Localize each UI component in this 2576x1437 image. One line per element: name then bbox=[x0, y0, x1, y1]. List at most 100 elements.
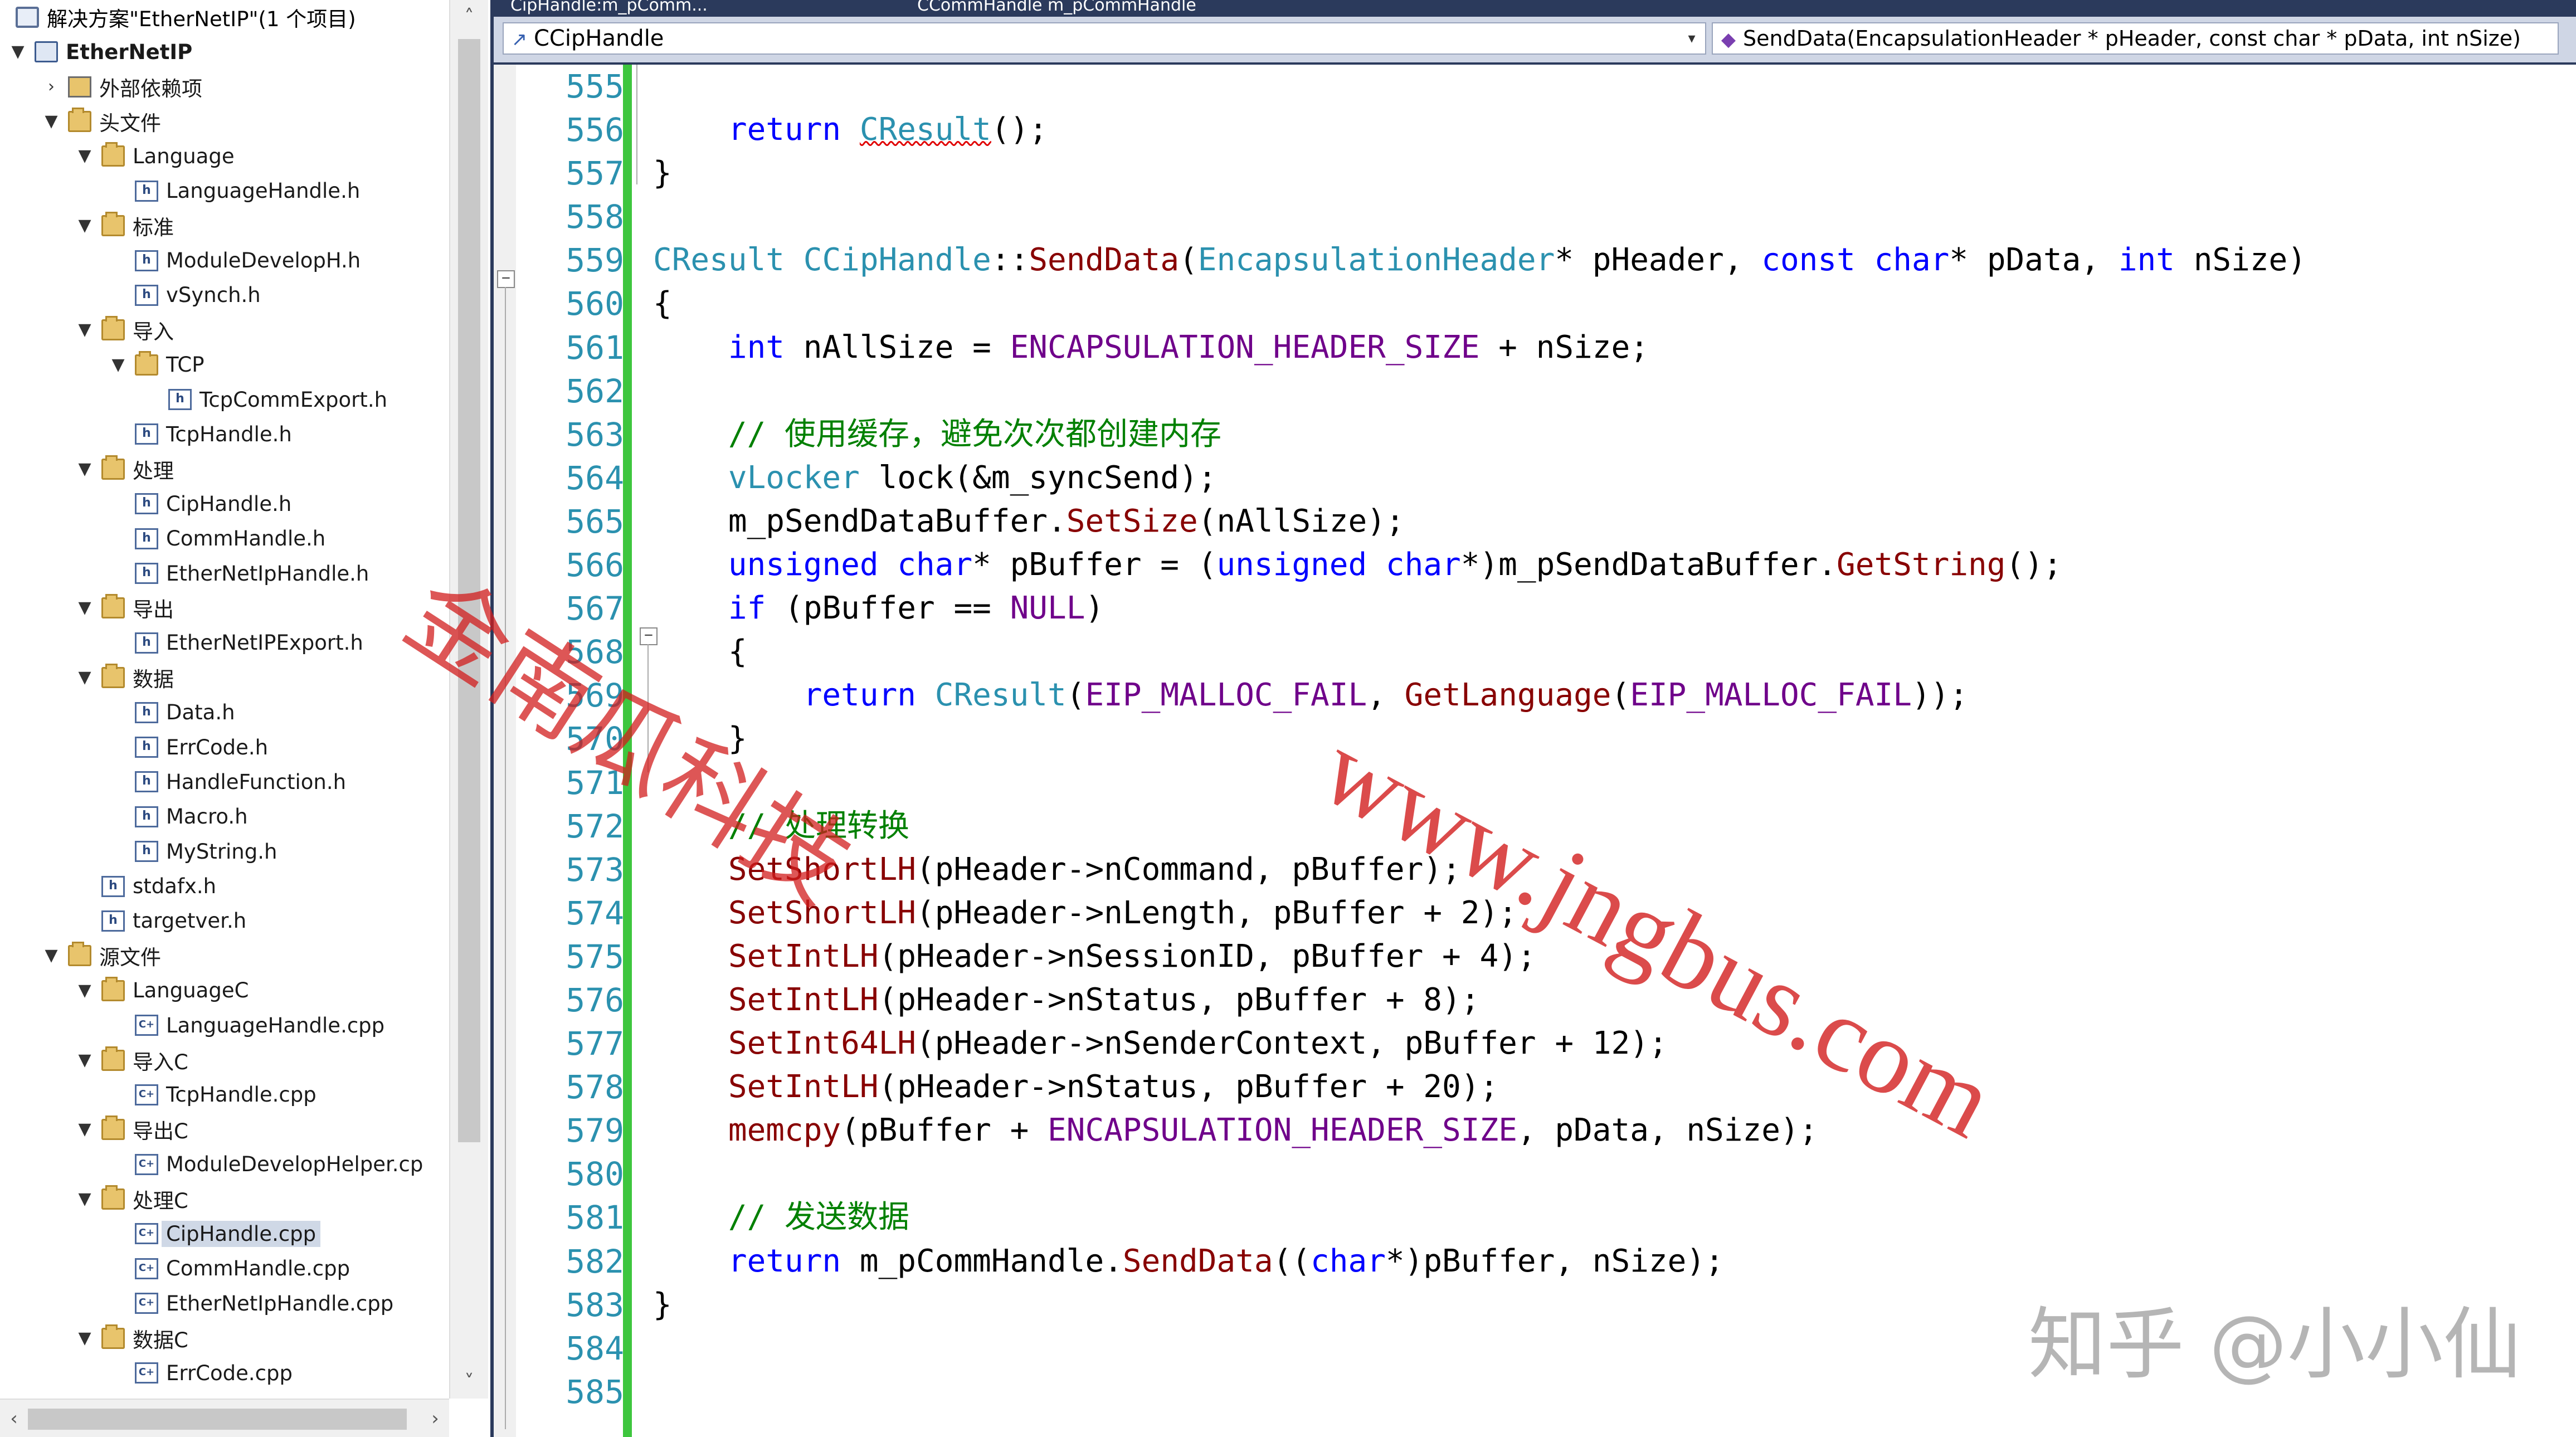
code-line[interactable]: // 发送数据 bbox=[653, 1196, 2548, 1239]
code-text[interactable]: return CResult();}CResult CCipHandle::Se… bbox=[653, 65, 2548, 1414]
tree-item[interactable]: h EtherNetIPExport.h bbox=[0, 626, 449, 660]
code-line[interactable]: SetShortLH(pHeader->nLength, pBuffer + 2… bbox=[653, 892, 2548, 935]
collapse-arrow-icon[interactable]: ▼ bbox=[74, 1049, 96, 1071]
code-line[interactable]: // 处理转换 bbox=[653, 805, 2548, 848]
tree-item[interactable]: h ModuleDevelopH.h bbox=[0, 243, 449, 277]
code-line[interactable]: SetIntLH(pHeader->nStatus, pBuffer + 20)… bbox=[653, 1065, 2548, 1109]
code-line[interactable]: SetIntLH(pHeader->nSessionID, pBuffer + … bbox=[653, 935, 2548, 978]
tree-item[interactable]: h stdafx.h bbox=[0, 869, 449, 903]
code-line[interactable]: memcpy(pBuffer + ENCAPSULATION_HEADER_SI… bbox=[653, 1109, 2548, 1152]
tree-item[interactable]: h MyString.h bbox=[0, 834, 449, 869]
tree-item[interactable]: ▼ 处理 bbox=[0, 452, 449, 486]
scroll-right-arrow-icon[interactable]: › bbox=[421, 1400, 449, 1437]
code-line[interactable]: m_pSendDataBuffer.SetSize(nAllSize); bbox=[653, 500, 2548, 543]
code-line[interactable] bbox=[653, 1370, 2548, 1414]
collapse-arrow-icon[interactable]: ▼ bbox=[74, 980, 96, 1002]
code-line[interactable]: { bbox=[653, 282, 2548, 325]
code-line[interactable]: { bbox=[653, 630, 2548, 674]
collapse-icon[interactable]: − bbox=[497, 270, 515, 288]
code-line[interactable]: vLocker lock(&m_syncSend); bbox=[653, 456, 2548, 500]
code-line[interactable]: return CResult(EIP_MALLOC_FAIL, GetLangu… bbox=[653, 674, 2548, 717]
tree-item[interactable]: h LanguageHandle.h bbox=[0, 174, 449, 208]
code-line[interactable]: SetIntLH(pHeader->nStatus, pBuffer + 8); bbox=[653, 978, 2548, 1022]
tree-item[interactable]: ▼ 处理C bbox=[0, 1182, 449, 1216]
tree-item[interactable]: C+ TcpHandle.cpp bbox=[0, 1078, 449, 1112]
tree-item[interactable]: h CipHandle.h bbox=[0, 486, 449, 521]
scroll-left-arrow-icon[interactable]: ‹ bbox=[0, 1400, 28, 1437]
tree-item[interactable]: h TcpHandle.h bbox=[0, 417, 449, 451]
code-line[interactable] bbox=[653, 761, 2548, 805]
tree-item[interactable]: h Macro.h bbox=[0, 800, 449, 834]
code-line[interactable]: CResult CCipHandle::SendData(Encapsulati… bbox=[653, 238, 2548, 282]
tree-item[interactable]: ▼ 导出 bbox=[0, 591, 449, 625]
scroll-up-arrow-icon[interactable]: ˄ bbox=[450, 0, 488, 33]
code-editor[interactable]: − 555 556 557 558 559 560 561 562 563 564 565 566 56… bbox=[494, 65, 2576, 1437]
code-line[interactable]: return m_pCommHandle.SendData((char*)pBu… bbox=[653, 1240, 2548, 1283]
collapse-arrow-icon[interactable]: ▼ bbox=[74, 319, 96, 341]
tree-item[interactable]: C+ ModuleDevelopHelper.cp bbox=[0, 1147, 449, 1182]
tree-item[interactable]: ▼ 数据 bbox=[0, 660, 449, 695]
code-line[interactable]: if (pBuffer == NULL) bbox=[653, 587, 2548, 630]
collapse-arrow-icon[interactable]: ▼ bbox=[74, 1188, 96, 1210]
tree-item[interactable]: ▼ 标准 bbox=[0, 208, 449, 243]
code-line[interactable] bbox=[653, 369, 2548, 413]
tree-item[interactable]: C+ EtherNetIpHandle.cpp bbox=[0, 1286, 449, 1321]
tree-item[interactable]: h vSynch.h bbox=[0, 278, 449, 313]
tree-item[interactable]: ▼ 数据C bbox=[0, 1321, 449, 1355]
tree-item[interactable]: ▼ 源文件 bbox=[0, 938, 449, 973]
tree-vertical-scrollbar[interactable]: ˄ ˅ bbox=[449, 0, 488, 1399]
collapse-arrow-icon[interactable]: ▼ bbox=[74, 1327, 96, 1350]
scrollbar-thumb[interactable] bbox=[458, 39, 480, 1142]
expand-arrow-icon[interactable]: › bbox=[40, 76, 62, 98]
tree-item[interactable]: h ErrCode.h bbox=[0, 730, 449, 764]
tree-item[interactable]: ▼ 头文件 bbox=[0, 104, 449, 139]
collapse-arrow-icon[interactable]: ▼ bbox=[74, 597, 96, 619]
collapse-arrow-icon[interactable]: ▼ bbox=[7, 41, 29, 63]
tab-commhandle[interactable]: CCommHandle m_pCommHandle bbox=[917, 0, 1363, 17]
tree-item[interactable]: ▼ Language bbox=[0, 139, 449, 173]
tree-item[interactable]: h TcpCommExport.h bbox=[0, 382, 449, 417]
tree-item[interactable]: ▼ LanguageC bbox=[0, 973, 449, 1008]
code-line[interactable]: SetInt64LH(pHeader->nSenderContext, pBuf… bbox=[653, 1022, 2548, 1065]
code-line[interactable] bbox=[653, 1152, 2548, 1196]
collapse-arrow-icon[interactable]: ▼ bbox=[107, 354, 129, 376]
tree-item[interactable]: h targetver.h bbox=[0, 904, 449, 938]
code-line[interactable]: } bbox=[653, 717, 2548, 761]
tab-ciphandle[interactable]: CipHandle:m_pComm... bbox=[510, 0, 900, 17]
code-line[interactable]: int nAllSize = ENCAPSULATION_HEADER_SIZE… bbox=[653, 326, 2548, 369]
tree-item[interactable]: ▼ EtherNetIP bbox=[0, 35, 449, 69]
solution-header[interactable]: 解决方案"EtherNetIP"(1 个项目) bbox=[0, 0, 449, 35]
tree-item[interactable]: h HandleFunction.h bbox=[0, 764, 449, 799]
tree-item[interactable]: ▼ 导入C bbox=[0, 1043, 449, 1077]
collapse-arrow-icon[interactable]: ▼ bbox=[74, 1118, 96, 1141]
code-line[interactable] bbox=[653, 195, 2548, 238]
code-line[interactable]: } bbox=[653, 1283, 2548, 1327]
tree-item[interactable]: C+ LanguageHandle.cpp bbox=[0, 1008, 449, 1043]
dropdown-arrow-icon[interactable]: ▾ bbox=[1682, 23, 1702, 53]
tree-item[interactable]: C+ CipHandle.cpp bbox=[0, 1216, 449, 1251]
collapse-arrow-icon[interactable]: ▼ bbox=[74, 458, 96, 480]
tree-item[interactable]: C+ CommHandle.cpp bbox=[0, 1251, 449, 1286]
tree-item[interactable]: › 外部依赖项 bbox=[0, 69, 449, 104]
collapse-arrow-icon[interactable]: ▼ bbox=[40, 944, 62, 967]
collapse-arrow-icon[interactable]: ▼ bbox=[74, 145, 96, 167]
tree-item[interactable]: ▼ TCP bbox=[0, 348, 449, 382]
code-line[interactable]: // 使用缓存，避免次次都创建内存 bbox=[653, 413, 2548, 456]
tree-item[interactable]: h CommHandle.h bbox=[0, 521, 449, 556]
code-line[interactable]: return CResult(); bbox=[653, 108, 2548, 152]
collapse-arrow-icon[interactable]: ▼ bbox=[74, 666, 96, 689]
class-dropdown[interactable]: ↗ CCipHandle ▾ bbox=[503, 22, 1706, 55]
tree-item[interactable]: C+ ErrCode.cpp bbox=[0, 1356, 449, 1390]
tree-item[interactable]: ▼ 导出C bbox=[0, 1112, 449, 1147]
collapse-arrow-icon[interactable]: ▼ bbox=[40, 110, 62, 133]
member-dropdown[interactable]: ◆ SendData(EncapsulationHeader * pHeader,… bbox=[1712, 22, 2559, 55]
horizontal-scrollbar-thumb[interactable] bbox=[28, 1409, 407, 1430]
code-line[interactable]: } bbox=[653, 152, 2548, 195]
code-line[interactable] bbox=[653, 1327, 2548, 1370]
collapse-arrow-icon[interactable]: ▼ bbox=[74, 215, 96, 237]
tree-horizontal-scrollbar[interactable]: ‹ › bbox=[0, 1399, 449, 1437]
code-line[interactable]: unsigned char* pBuffer = (unsigned char*… bbox=[653, 543, 2548, 587]
code-line[interactable]: SetShortLH(pHeader->nCommand, pBuffer); bbox=[653, 848, 2548, 892]
tree-item[interactable]: h EtherNetIpHandle.h bbox=[0, 556, 449, 591]
code-line[interactable] bbox=[653, 65, 2548, 108]
